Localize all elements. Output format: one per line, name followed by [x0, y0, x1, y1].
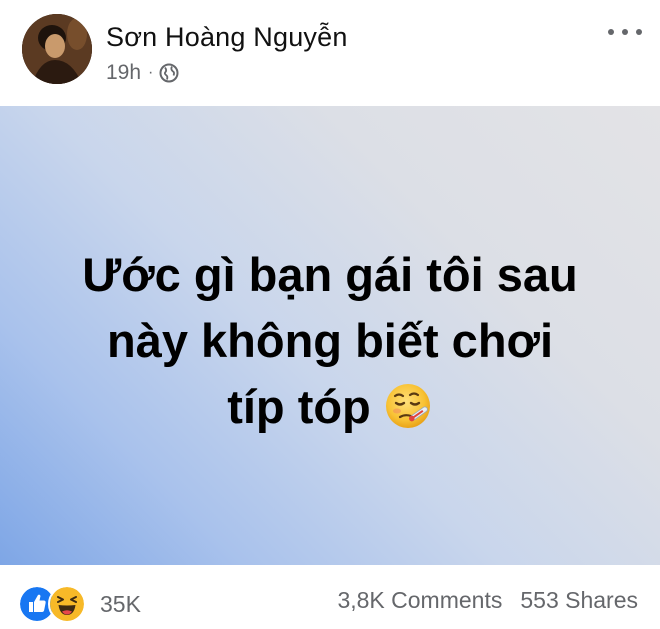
author-name[interactable]: Sơn Hoàng Nguyễn	[106, 22, 348, 53]
reaction-count: 35K	[100, 590, 141, 617]
status-line-3: típ tóp	[40, 374, 620, 440]
haha-icon	[48, 585, 86, 623]
more-options-button[interactable]	[608, 20, 642, 44]
comments-count-link[interactable]: 3,8K Comments	[337, 587, 502, 614]
post-footer: 35K 3,8K Comments 553 Shares	[0, 565, 660, 629]
status-line-3-text: típ tóp	[227, 379, 371, 433]
post-time[interactable]: 19h	[106, 61, 141, 85]
face-with-thermometer-icon	[385, 383, 430, 428]
reactions-summary[interactable]: 35K	[18, 585, 141, 623]
post-header: Sơn Hoàng Nguyễn 19h ·	[0, 0, 660, 106]
more-horizontal-icon-dot	[636, 29, 642, 35]
status-text: Ước gì bạn gái tôi sau này không biết ch…	[40, 242, 620, 440]
author-avatar[interactable]	[22, 14, 92, 84]
more-horizontal-icon-dot	[608, 29, 614, 35]
engagement-counts: 3,8K Comments 553 Shares	[337, 587, 638, 614]
post-meta: 19h ·	[106, 60, 179, 86]
status-line-2: này không biết chơi	[106, 313, 554, 367]
status-background-card[interactable]: Ước gì bạn gái tôi sau này không biết ch…	[0, 106, 660, 565]
globe-icon[interactable]	[159, 63, 179, 83]
meta-separator: ·	[148, 64, 154, 81]
status-line-1: Ước gì bạn gái tôi sau	[82, 247, 578, 301]
more-horizontal-icon-dot	[622, 29, 628, 35]
facebook-post: Sơn Hoàng Nguyễn 19h · Ước gì bạn gái tô…	[0, 0, 660, 629]
shares-count-link[interactable]: 553 Shares	[520, 587, 638, 614]
